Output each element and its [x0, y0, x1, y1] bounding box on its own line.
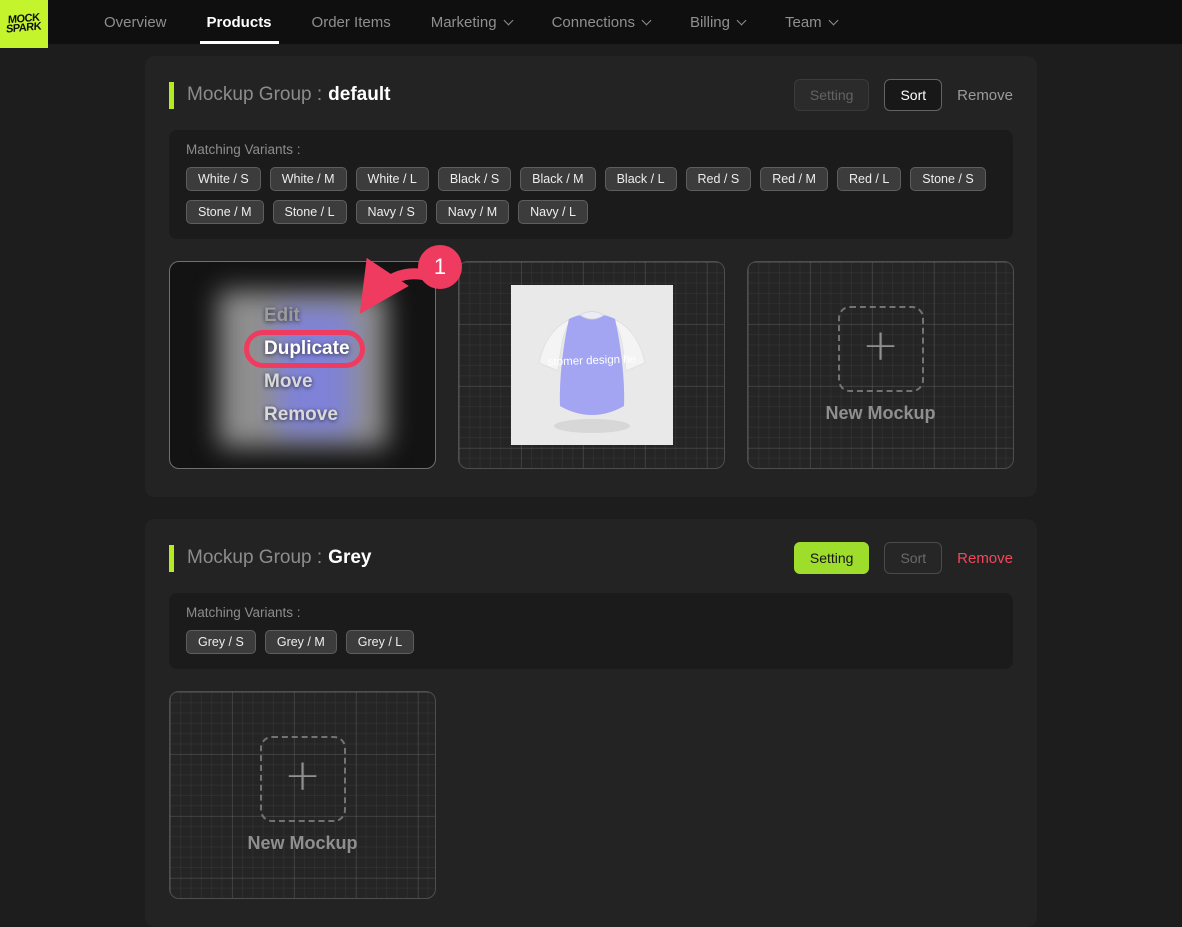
- remove-group-button[interactable]: Remove: [957, 80, 1013, 111]
- new-mockup-dashed-box: +: [259, 735, 346, 822]
- nav-item-label: Products: [206, 13, 272, 31]
- new-mockup-label: New Mockup: [247, 833, 358, 853]
- variant-chip[interactable]: Stone / S: [910, 167, 986, 191]
- variant-chip[interactable]: Navy / S: [355, 200, 427, 224]
- variant-chip[interactable]: Grey / S: [186, 630, 256, 654]
- chevron-down-icon: [828, 15, 839, 25]
- accent-bar: [169, 81, 174, 109]
- section-title-prefix: Mockup Group :: [187, 84, 323, 105]
- nav-item[interactable]: Connections: [532, 0, 670, 44]
- variant-chip-list: White / S White / M White / L Black / S …: [186, 167, 996, 224]
- new-mockup-dashed-box: +: [837, 305, 924, 392]
- top-nav: MOCK SPARK Overview Products Order Items…: [0, 0, 1182, 48]
- variant-chip[interactable]: Red / S: [685, 167, 752, 191]
- variant-chip[interactable]: Black / L: [604, 167, 677, 191]
- app-logo[interactable]: MOCK SPARK: [0, 0, 48, 48]
- matching-variants-panel: Matching Variants : Grey / S Grey / M Gr…: [169, 593, 1013, 669]
- setting-button[interactable]: Setting: [793, 542, 870, 574]
- variant-chip[interactable]: Stone / L: [272, 200, 347, 224]
- shirt-mockup-image: stomer design he: [510, 285, 673, 445]
- nav-item[interactable]: Marketing: [411, 0, 532, 44]
- section-header: Mockup Group : Grey Setting Sort Remove: [169, 542, 1013, 574]
- variant-chip[interactable]: Navy / L: [518, 200, 588, 224]
- section-title: Mockup Group : Grey: [187, 547, 371, 569]
- variant-chip-list: Grey / S Grey / M Grey / L: [186, 630, 996, 654]
- app-logo-text: MOCK SPARK: [6, 11, 42, 36]
- section-title-prefix: Mockup Group :: [187, 547, 323, 568]
- nav-item-label: Marketing: [430, 13, 497, 31]
- section-title: Mockup Group : default: [187, 84, 390, 106]
- section-actions: Setting Sort Remove: [793, 542, 1013, 574]
- mockup-cards-row: Edit Duplicate Move Remove stomer design…: [169, 245, 1014, 469]
- nav-item[interactable]: Team: [765, 0, 857, 44]
- variant-chip[interactable]: Red / L: [836, 167, 902, 191]
- nav-item-label: Billing: [689, 13, 730, 31]
- mockup-card-shirt[interactable]: stomer design he: [458, 261, 725, 469]
- context-menu-item[interactable]: Move: [264, 372, 313, 392]
- variant-chip[interactable]: Grey / L: [345, 630, 415, 654]
- new-mockup-card[interactable]: + New Mockup: [747, 261, 1014, 469]
- plus-icon: +: [284, 750, 321, 802]
- sort-button[interactable]: Sort: [884, 79, 943, 111]
- variant-chip[interactable]: Black / M: [520, 167, 596, 191]
- chevron-down-icon: [641, 15, 652, 25]
- nav-item[interactable]: Overview: [84, 0, 187, 44]
- variant-chip[interactable]: Grey / M: [264, 630, 337, 654]
- variant-chip[interactable]: White / M: [269, 167, 347, 191]
- new-mockup-label: New Mockup: [825, 403, 936, 423]
- nav-item-label: Order Items: [311, 13, 391, 31]
- context-menu-item[interactable]: Edit: [264, 306, 300, 326]
- nav-item-label: Overview: [104, 13, 167, 31]
- mockup-cards-row: + New Mockup: [169, 691, 1013, 899]
- nav-item[interactable]: Products: [187, 0, 292, 44]
- matching-variants-label: Matching Variants :: [186, 605, 301, 620]
- setting-button[interactable]: Setting: [793, 79, 870, 111]
- matching-variants-panel: Matching Variants : White / S White / M …: [169, 130, 1013, 239]
- new-mockup-card[interactable]: + New Mockup: [169, 691, 436, 899]
- context-menu: Edit Duplicate Move Remove: [244, 306, 364, 425]
- variant-chip[interactable]: Black / S: [437, 167, 512, 191]
- variant-chip[interactable]: Stone / M: [186, 200, 264, 224]
- chevron-down-icon: [503, 15, 514, 25]
- section-title-value: default: [328, 84, 391, 105]
- sort-button[interactable]: Sort: [884, 542, 943, 574]
- mockup-group-section-default: Mockup Group : default Setting Sort Remov…: [145, 56, 1037, 497]
- variant-chip[interactable]: White / L: [355, 167, 429, 191]
- section-title-value: Grey: [328, 547, 372, 568]
- variant-chip[interactable]: Navy / M: [435, 200, 510, 224]
- nav-menu: Overview Products Order Items Marketing …: [84, 0, 857, 44]
- chevron-down-icon: [736, 15, 747, 25]
- context-menu-item[interactable]: Remove: [264, 405, 338, 425]
- matching-variants-label: Matching Variants :: [186, 142, 301, 157]
- section-header: Mockup Group : default Setting Sort Remov…: [169, 79, 1013, 111]
- variant-chip[interactable]: Red / M: [760, 167, 828, 191]
- nav-item-label: Connections: [551, 13, 635, 31]
- mockup-group-section-grey: Mockup Group : Grey Setting Sort Remove M…: [145, 519, 1037, 927]
- annotation-step-badge: 1: [418, 245, 462, 289]
- accent-bar: [169, 544, 174, 572]
- remove-group-button[interactable]: Remove: [957, 543, 1013, 574]
- nav-item-label: Team: [785, 13, 822, 31]
- nav-item[interactable]: Order Items: [292, 0, 411, 44]
- main-content: Mockup Group : default Setting Sort Remov…: [0, 44, 1182, 927]
- nav-item[interactable]: Billing: [670, 0, 765, 44]
- section-actions: Setting Sort Remove: [793, 79, 1013, 111]
- variant-chip[interactable]: White / S: [186, 167, 261, 191]
- plus-icon: +: [862, 320, 899, 372]
- context-menu-item[interactable]: Duplicate: [244, 330, 364, 368]
